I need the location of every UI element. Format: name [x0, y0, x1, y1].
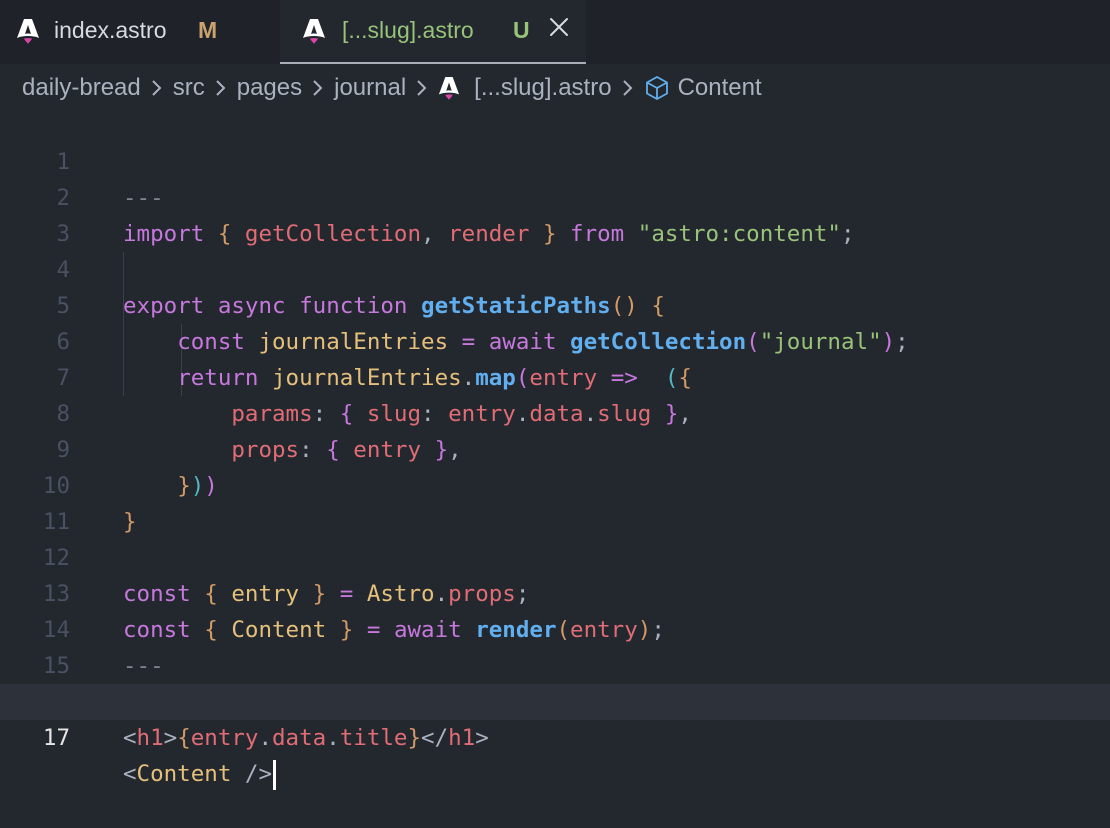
breadcrumb-item-daily-bread[interactable]: daily-bread: [22, 74, 141, 102]
code-line: 16 <h1>{entry.data.title}</h1>: [0, 648, 1110, 751]
code-line: 10 }: [0, 432, 1110, 535]
chevron-right-icon: [313, 80, 323, 96]
git-status-badge: U: [513, 17, 530, 43]
git-status-badge: M: [198, 17, 218, 43]
astro-logo-icon: [303, 19, 325, 44]
code-line: 15: [0, 612, 1110, 679]
code-line: 8 props: { entry },: [0, 360, 1110, 463]
breadcrumb-item-journal[interactable]: journal: [334, 74, 406, 102]
breadcrumb-item-symbol[interactable]: Content: [644, 74, 762, 102]
code-line: 4 export async function getStaticPaths()…: [0, 216, 1110, 319]
chevron-right-icon: [622, 80, 632, 96]
breadcrumb-item-pages[interactable]: pages: [237, 74, 302, 102]
breadcrumb-item-src[interactable]: src: [173, 74, 205, 102]
code-line-current: 17 <Content />: [0, 684, 1110, 790]
breadcrumb-file-label: [...slug].astro: [474, 74, 612, 101]
cube-symbol-icon: [645, 76, 668, 100]
tab-label: index.astro: [54, 17, 167, 43]
text-cursor: [273, 759, 277, 790]
code-line: 1 ---: [0, 108, 1110, 211]
close-icon[interactable]: [548, 16, 570, 38]
tab-slug-astro[interactable]: [...slug].astro U: [280, 0, 586, 64]
code-line: 12 const { entry } = Astro.props;: [0, 504, 1110, 607]
code-line: 9 })): [0, 396, 1110, 499]
chevron-right-icon: [152, 80, 162, 96]
chevron-right-icon: [417, 80, 427, 96]
code-line: 6 return journalEntries.map(entry => ({: [0, 288, 1110, 391]
astro-logo-icon: [17, 19, 39, 44]
chevron-right-icon: [216, 80, 226, 96]
breadcrumb: daily-bread src pages journal [...slug].…: [22, 72, 762, 104]
code-line: 3: [0, 180, 1110, 247]
code-line: 11: [0, 468, 1110, 535]
code-line: 14 ---: [0, 576, 1110, 679]
breadcrumb-item-file[interactable]: [...slug].astro: [438, 74, 612, 102]
breadcrumb-symbol-label: Content: [677, 74, 762, 101]
code-line: 13 const { Content } = await render(entr…: [0, 540, 1110, 643]
line-content: <h1>{entry.data.title}</h1>: [123, 725, 489, 751]
tab-bar: index.astro M [...slug].astro U: [0, 0, 1110, 64]
line-number: 17: [42, 725, 70, 751]
tab-label: [...slug].astro: [342, 17, 474, 43]
code-editor[interactable]: 1 --- 2 import { getCollection, render }…: [0, 108, 1110, 790]
line-content: <Content />: [123, 756, 277, 792]
tab-index-astro[interactable]: index.astro M: [0, 0, 278, 62]
astro-logo-icon: [439, 77, 460, 100]
code-line: 7 params: { slug: entry.data.slug },: [0, 324, 1110, 427]
code-line: 2 import { getCollection, render } from …: [0, 144, 1110, 247]
code-line: 5 const journalEntries = await getCollec…: [0, 252, 1110, 355]
